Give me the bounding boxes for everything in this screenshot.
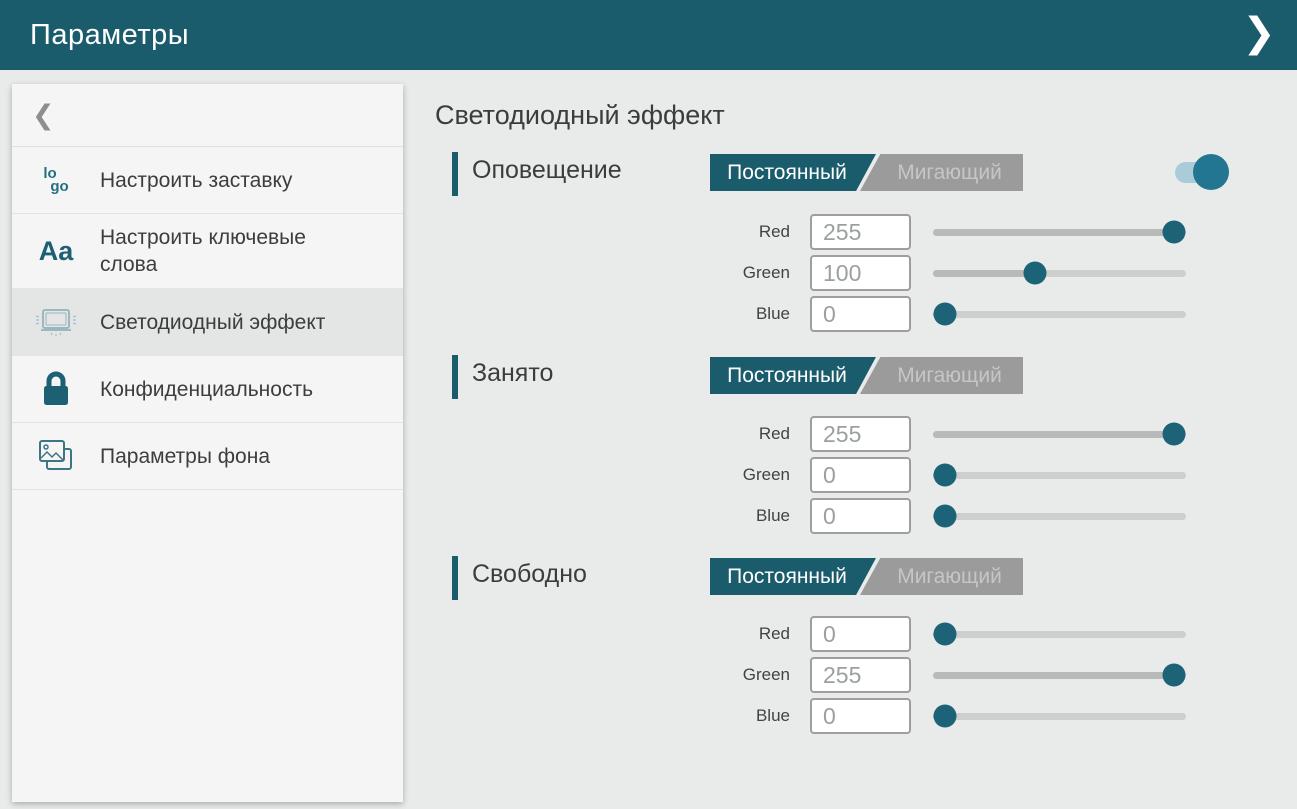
slider-thumb[interactable]: [1163, 423, 1186, 446]
blue-value-input[interactable]: [810, 296, 911, 332]
red-value-input[interactable]: [810, 214, 911, 250]
section-accent-bar: [452, 152, 458, 196]
green-value-input[interactable]: [810, 457, 911, 493]
red-slider[interactable]: [933, 622, 1186, 646]
section-accent-bar: [452, 556, 458, 600]
blue-label: Blue: [640, 498, 790, 534]
blue-slider[interactable]: [933, 302, 1186, 326]
section-free: Свободно Постоянный Мигающий Red Green: [0, 556, 1297, 756]
slider-thumb[interactable]: [934, 505, 957, 528]
green-slider[interactable]: [933, 663, 1186, 687]
red-slider[interactable]: [933, 220, 1186, 244]
green-slider[interactable]: [933, 261, 1186, 285]
mode-blinking-button[interactable]: Мигающий: [860, 357, 1023, 394]
panel-title: Светодиодный эффект: [435, 100, 725, 131]
mode-constant-button[interactable]: Постоянный: [710, 357, 876, 394]
slider-thumb[interactable]: [934, 464, 957, 487]
blue-slider[interactable]: [933, 504, 1186, 528]
green-value-input[interactable]: [810, 255, 911, 291]
mode-blinking-button[interactable]: Мигающий: [860, 154, 1023, 191]
section-accent-bar: [452, 355, 458, 399]
enable-switch[interactable]: [1175, 153, 1231, 191]
slider-thumb[interactable]: [934, 303, 957, 326]
blue-channel-row: Blue: [0, 698, 1297, 734]
blue-channel-row: Blue: [0, 296, 1297, 332]
mode-constant-button[interactable]: Постоянный: [710, 154, 876, 191]
red-label: Red: [640, 416, 790, 452]
switch-thumb: [1193, 154, 1229, 190]
green-channel-row: Green: [0, 457, 1297, 493]
red-channel-row: Red: [0, 416, 1297, 452]
settings-window: Параметры ❯ ❮ lo go Настроить заставку A…: [0, 0, 1297, 809]
slider-thumb[interactable]: [1163, 664, 1186, 687]
mode-blinking-button[interactable]: Мигающий: [860, 558, 1023, 595]
mode-constant-button[interactable]: Постоянный: [710, 558, 876, 595]
green-label: Green: [640, 657, 790, 693]
green-value-input[interactable]: [810, 657, 911, 693]
green-slider[interactable]: [933, 463, 1186, 487]
red-channel-row: Red: [0, 214, 1297, 250]
section-title: Занято: [472, 359, 553, 388]
blue-value-input[interactable]: [810, 698, 911, 734]
blue-value-input[interactable]: [810, 498, 911, 534]
red-label: Red: [640, 214, 790, 250]
green-label: Green: [640, 255, 790, 291]
mode-toggle-group: Постоянный Мигающий: [710, 558, 1023, 595]
slider-thumb[interactable]: [1023, 262, 1046, 285]
red-label: Red: [640, 616, 790, 652]
blue-label: Blue: [640, 296, 790, 332]
green-channel-row: Green: [0, 255, 1297, 291]
red-channel-row: Red: [0, 616, 1297, 652]
blue-channel-row: Blue: [0, 498, 1297, 534]
slider-thumb[interactable]: [934, 705, 957, 728]
slider-thumb[interactable]: [934, 623, 957, 646]
section-notification: Оповещение Постоянный Мигающий Red Green: [0, 152, 1297, 352]
red-value-input[interactable]: [810, 616, 911, 652]
green-channel-row: Green: [0, 657, 1297, 693]
blue-label: Blue: [640, 698, 790, 734]
slider-thumb[interactable]: [1163, 221, 1186, 244]
green-label: Green: [640, 457, 790, 493]
blue-slider[interactable]: [933, 704, 1186, 728]
section-title: Оповещение: [472, 156, 622, 185]
mode-toggle-group: Постоянный Мигающий: [710, 357, 1023, 394]
mode-toggle-group: Постоянный Мигающий: [710, 154, 1023, 191]
section-busy: Занято Постоянный Мигающий Red Green: [0, 355, 1297, 555]
section-title: Свободно: [472, 560, 587, 589]
led-effect-panel: Светодиодный эффект Оповещение Постоянны…: [0, 0, 1297, 809]
red-value-input[interactable]: [810, 416, 911, 452]
red-slider[interactable]: [933, 422, 1186, 446]
